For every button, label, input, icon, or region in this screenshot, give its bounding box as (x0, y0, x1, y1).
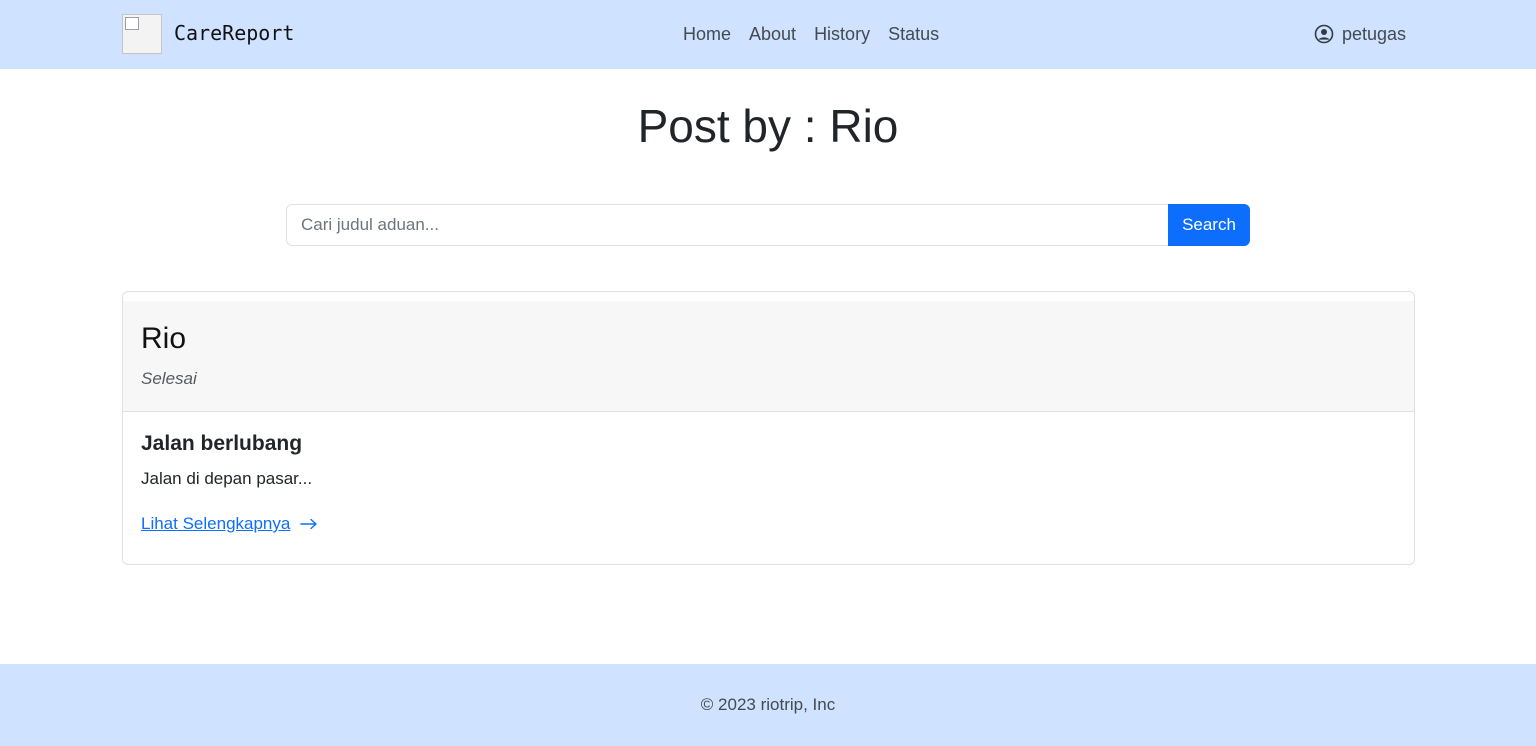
nav-about-link[interactable]: About (749, 22, 796, 46)
nav-links: Home About History Status (683, 22, 939, 46)
post-status: Selesai (141, 369, 197, 388)
page-title: Post by : Rio (637, 100, 899, 152)
nav-history-link[interactable]: History (814, 22, 870, 46)
search-form: Search (286, 204, 1250, 246)
read-more-link[interactable]: Lihat Selengkapnya (141, 513, 318, 535)
nav-status-link[interactable]: Status (888, 22, 939, 46)
user-menu[interactable]: petugas (1314, 22, 1406, 46)
nav-home-link[interactable]: Home (683, 22, 731, 46)
footer: © 2023 riotrip, Inc (0, 664, 1536, 746)
post-author: Rio (141, 322, 187, 355)
post-card-header: Rio Selesai (123, 301, 1414, 412)
brand-name[interactable]: CareReport (174, 20, 294, 46)
read-more-label: Lihat Selengkapnya (141, 514, 291, 533)
username-label: petugas (1342, 24, 1407, 44)
post-card: Rio Selesai Jalan berlubang Jalan di dep… (122, 291, 1415, 565)
post-excerpt: Jalan di depan pasar... (141, 469, 313, 488)
brand-logo-broken-image-icon[interactable] (122, 14, 162, 54)
person-circle-icon (1314, 24, 1334, 44)
search-input[interactable] (286, 204, 1168, 246)
navbar: CareReport Home About History Status pet… (0, 0, 1536, 69)
search-button[interactable]: Search (1168, 204, 1250, 246)
post-title: Jalan berlubang (141, 432, 303, 455)
arrow-right-icon (300, 518, 318, 530)
footer-copyright: © 2023 riotrip, Inc (700, 695, 836, 714)
